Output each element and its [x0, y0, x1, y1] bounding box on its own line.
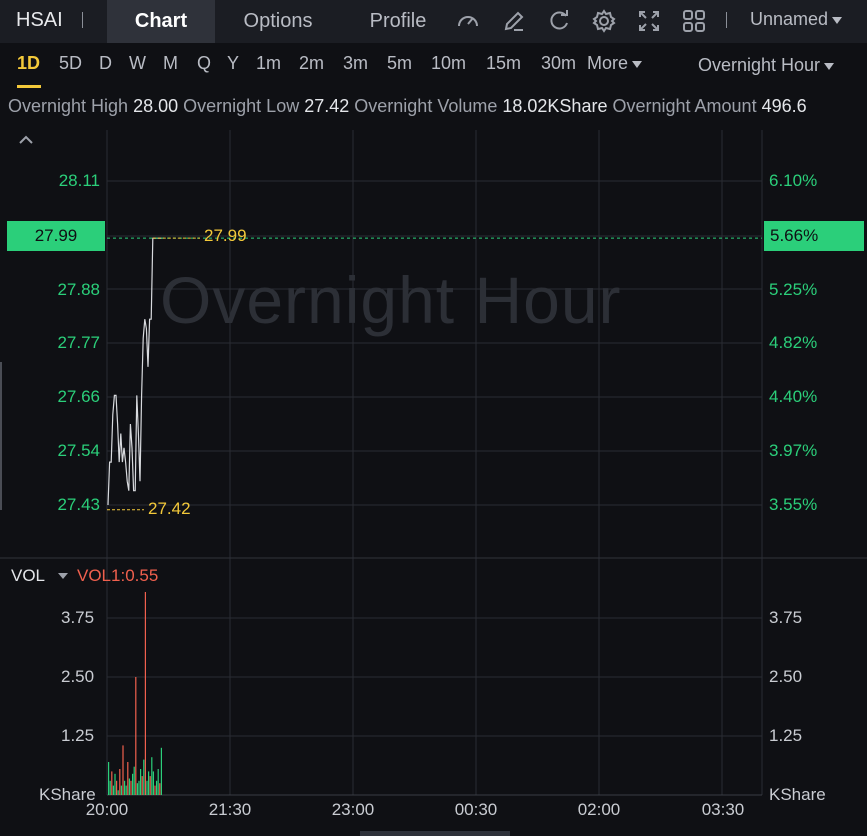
price-tick: 28.11: [58, 171, 100, 190]
time-tick: 20:00: [85, 800, 129, 819]
volume-bar: [132, 773, 134, 795]
volume-bar: [143, 759, 145, 795]
volume-bar: [159, 783, 161, 795]
volume-bar: [157, 769, 159, 795]
percent-tick: 5.25%: [769, 280, 818, 299]
percent-tick: 3.97%: [769, 441, 818, 460]
volume-bar: [140, 769, 142, 795]
volume-bar: [122, 745, 124, 795]
price-tick: 27.88: [57, 280, 100, 299]
price-tick: 27.66: [57, 387, 100, 406]
volume-tick: 2.50: [769, 667, 803, 686]
volume-bar: [152, 771, 154, 795]
percent-tick: 4.82%: [769, 333, 818, 352]
volume-bar: [151, 757, 153, 795]
low-marker-label: 27.42: [148, 499, 191, 518]
volume-bar: [112, 785, 114, 795]
volume-bar: [120, 785, 122, 795]
high-marker-label: 27.99: [204, 226, 247, 245]
chevron-down-icon[interactable]: [58, 573, 68, 579]
volume-bar: [116, 780, 118, 795]
current-percent-box: 5.66%: [764, 221, 864, 251]
volume-tick: 1.25: [769, 726, 803, 745]
time-tick: 02:00: [577, 800, 621, 819]
horizontal-scrollbar: [360, 831, 510, 836]
volume-unit: KShare: [769, 785, 826, 804]
volume-bar: [154, 785, 156, 795]
time-tick: 03:30: [701, 800, 745, 819]
volume-bar: [160, 747, 162, 795]
volume-bar: [111, 771, 113, 795]
session-watermark: Overnight Hour: [160, 263, 622, 337]
price-tick: 27.43: [57, 495, 100, 514]
current-percent: 5.66%: [770, 226, 819, 245]
price-chart[interactable]: [0, 0, 867, 836]
volume-bar: [125, 785, 127, 795]
percent-tick: 3.55%: [769, 495, 818, 514]
current-price: 27.99: [34, 226, 78, 245]
volume-tick: 3.75: [769, 608, 803, 627]
volume-bar: [130, 780, 132, 795]
volume-bar: [148, 771, 150, 795]
percent-tick: 6.10%: [769, 171, 818, 190]
volume-bar: [149, 776, 151, 795]
time-tick: 00:30: [454, 800, 498, 819]
volume-tick: 2.50: [61, 667, 95, 686]
price-tick: 27.54: [57, 441, 100, 460]
volume-bar: [146, 780, 148, 795]
volume-bar: [136, 783, 138, 795]
time-tick: 21:30: [208, 800, 252, 819]
volume-bar: [117, 790, 119, 795]
volume-bar: [141, 776, 143, 795]
price-line: [107, 237, 163, 506]
volume-bar: [144, 592, 146, 795]
volume-indicator-name[interactable]: VOL: [11, 566, 45, 586]
volume-bar: [135, 677, 137, 795]
percent-tick: 4.40%: [769, 387, 818, 406]
volume-bar: [108, 762, 110, 795]
volume-indicator-value: VOL1:0.55: [77, 566, 159, 585]
volume-bar: [156, 780, 158, 795]
volume-bar: [124, 780, 126, 795]
time-tick: 23:00: [331, 800, 375, 819]
volume-bar: [133, 766, 135, 795]
volume-bar: [114, 773, 116, 795]
scroll-indicator: [0, 362, 2, 510]
volume-bar: [119, 769, 121, 795]
volume-tick: 3.75: [61, 608, 95, 627]
volume-bar: [109, 780, 111, 795]
volume-bar: [127, 762, 129, 795]
volume-bar: [128, 778, 130, 795]
volume-tick: 1.25: [61, 726, 95, 745]
current-price-box: 27.99: [7, 221, 105, 251]
price-tick: 27.77: [57, 333, 100, 352]
volume-bar: [138, 780, 140, 795]
